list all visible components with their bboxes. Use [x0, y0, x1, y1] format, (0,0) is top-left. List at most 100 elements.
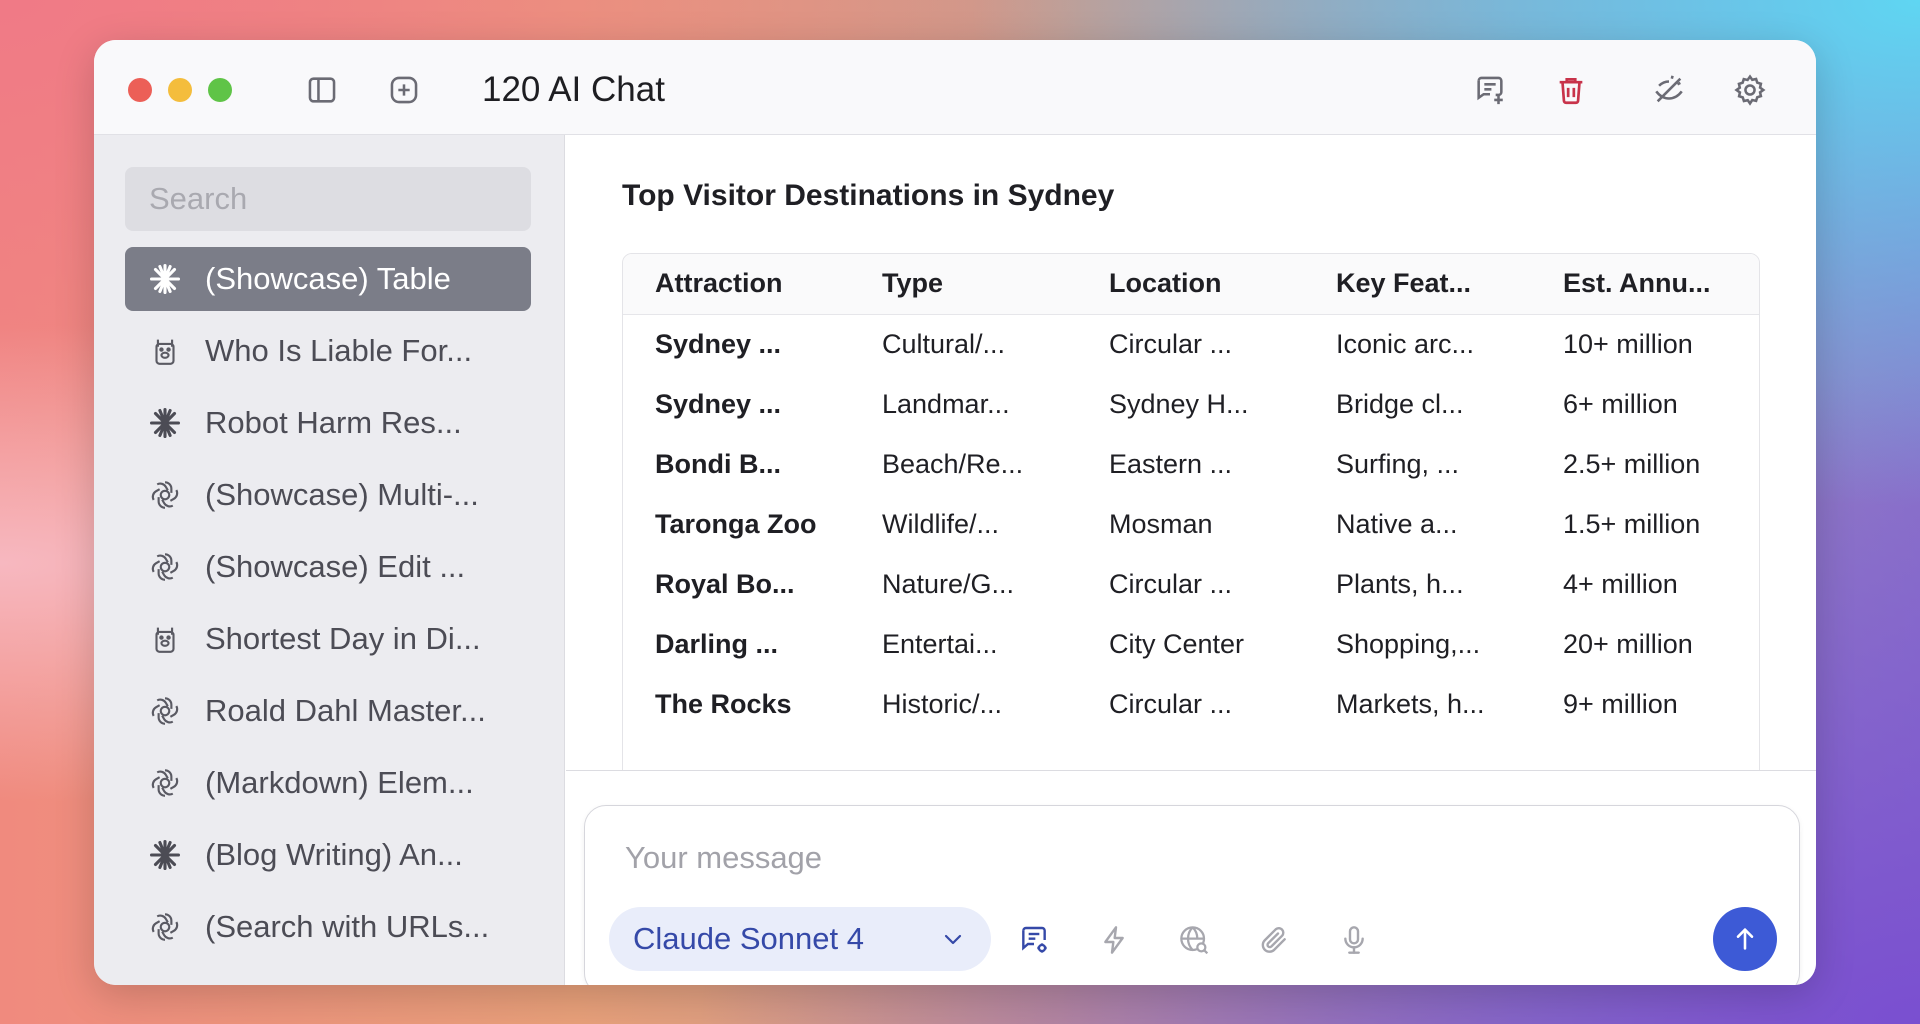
app-window: 120 AI Chat (Showcase) Table	[94, 40, 1816, 985]
chat-list-item[interactable]: (Showcase) Multi-...	[125, 463, 531, 527]
chat-list-item-label: Robot Harm Res...	[205, 405, 462, 440]
chat-list-item[interactable]: (Blog Writing) An...	[125, 823, 531, 887]
table-cell: Shopping,...	[1336, 628, 1481, 659]
openai-icon	[147, 549, 183, 585]
table-cell: Cultural/...	[882, 328, 1006, 359]
table-cell: The Rocks	[655, 688, 792, 719]
chat-list-item-label: Roald Dahl Master...	[205, 693, 486, 728]
chat-list-item-label: (Showcase) Multi-...	[205, 477, 479, 512]
chat-list-item-label: (Showcase) Edit ...	[205, 549, 466, 584]
table-cell: Circular ...	[1109, 328, 1233, 359]
close-window-button[interactable]	[128, 78, 152, 102]
maximize-window-button[interactable]	[208, 78, 232, 102]
llama-icon	[147, 621, 183, 657]
table-cell: Taronga Zoo	[655, 508, 817, 539]
table-cell: Plants, h...	[1336, 568, 1464, 599]
table-cell: Mosman	[1109, 508, 1213, 539]
chat-list-item[interactable]: Who Is Liable For...	[125, 319, 531, 383]
table-cell: 6+ million	[1563, 388, 1678, 419]
table-row: The Rocks Historic/... Circular ... Mark…	[623, 674, 1759, 734]
table-cell: 1.5+ million	[1563, 508, 1701, 539]
claude-icon	[147, 405, 183, 441]
table-row: Sydney ... Landmar... Sydney H... Bridge…	[623, 374, 1759, 434]
openai-icon	[147, 477, 183, 513]
chat-list-item[interactable]: Roald Dahl Master...	[125, 679, 531, 743]
chat-list: (Showcase) Table Who Is Liable For... Ro…	[125, 247, 531, 967]
llama-icon	[147, 333, 183, 369]
table-row: Royal Bo... Nature/G... Circular ... Pla…	[623, 554, 1759, 614]
lightning-icon[interactable]	[1094, 920, 1134, 960]
table-row: Taronga Zoo Wildlife/... Mosman Native a…	[623, 494, 1759, 554]
main-panel: Top Visitor Destinations in Sydney Attra…	[566, 135, 1816, 985]
table-cell: Bondi B...	[655, 448, 781, 479]
table-row: Sydney ... Cultural/... Circular ... Ico…	[623, 314, 1759, 374]
arrow-up-icon	[1736, 928, 1754, 950]
message-area[interactable]: Top Visitor Destinations in Sydney Attra…	[566, 135, 1816, 771]
table-cell: 9+ million	[1563, 688, 1678, 719]
table-cell: Entertai...	[882, 628, 998, 659]
new-chat-plus-icon[interactable]	[382, 68, 426, 112]
gear-icon[interactable]	[1728, 68, 1772, 112]
title-bar: 120 AI Chat	[94, 40, 1816, 135]
table-cell: 10+ million	[1563, 328, 1693, 359]
table-cell: Wildlife/...	[882, 508, 1000, 539]
table-header-row: Attraction Type Location Key Feat... Est…	[623, 254, 1759, 314]
chat-list-item-label: (Blog Writing) An...	[205, 837, 463, 872]
chat-list-item[interactable]: Shortest Day in Di...	[125, 607, 531, 671]
chat-list-item[interactable]: (Showcase) Edit ...	[125, 535, 531, 599]
table-header-cell: Location	[1109, 268, 1222, 299]
message-input[interactable]	[625, 836, 1725, 880]
claude-icon	[147, 261, 183, 297]
chat-list-item[interactable]: (Markdown) Elem...	[125, 751, 531, 815]
table-row: Darling ... Entertai... City Center Shop…	[623, 614, 1759, 674]
chat-list-item-label: (Showcase) Table	[205, 261, 451, 296]
paperclip-icon[interactable]	[1254, 920, 1294, 960]
table-cell: City Center	[1109, 628, 1245, 659]
table-cell: Bridge cl...	[1336, 388, 1464, 419]
chat-list-item-label: Shortest Day in Di...	[205, 621, 481, 656]
table-cell: 2.5+ million	[1563, 448, 1701, 479]
table-cell: Markets, h...	[1336, 688, 1485, 719]
table-cell: Sydney ...	[655, 328, 782, 359]
chat-list-item[interactable]: (Search with URLs...	[125, 895, 531, 959]
new-message-icon[interactable]	[1468, 68, 1512, 112]
chat-list-item[interactable]: Robot Harm Res...	[125, 391, 531, 455]
chat-list-item-label: (Search with URLs...	[205, 909, 490, 944]
chevron-down-icon	[944, 934, 962, 945]
table-cell: Nature/G...	[882, 568, 1015, 599]
chat-list-item-label: (Markdown) Elem...	[205, 765, 474, 800]
chat-list-item[interactable]: (Showcase) Table	[125, 247, 531, 311]
table-cell: 4+ million	[1563, 568, 1678, 599]
sidebar: (Showcase) Table Who Is Liable For... Ro…	[94, 135, 565, 985]
response-heading: Top Visitor Destinations in Sydney	[622, 179, 1115, 212]
model-selector[interactable]: Claude Sonnet 4	[609, 907, 991, 971]
table-cell: 20+ million	[1563, 628, 1693, 659]
chat-settings-icon[interactable]	[1014, 920, 1054, 960]
chat-list-item-label: Who Is Liable For...	[205, 333, 473, 368]
search-input[interactable]	[125, 167, 531, 231]
table-cell: Surfing, ...	[1336, 448, 1460, 479]
send-button[interactable]	[1713, 907, 1777, 971]
web-search-icon[interactable]	[1174, 920, 1214, 960]
hide-icon[interactable]	[1647, 68, 1691, 112]
table-cell: Circular ...	[1109, 688, 1233, 719]
table-cell: Eastern ...	[1109, 448, 1233, 479]
table-cell: Historic/...	[882, 688, 1003, 719]
claude-icon	[147, 837, 183, 873]
microphone-icon[interactable]	[1334, 920, 1374, 960]
trash-icon[interactable]	[1549, 68, 1593, 112]
table-cell: Royal Bo...	[655, 568, 795, 599]
table-cell: Sydney H...	[1109, 388, 1249, 419]
destinations-table: Attraction Type Location Key Feat... Est…	[622, 253, 1760, 770]
app-title: 120 AI Chat	[482, 70, 665, 109]
openai-icon	[147, 693, 183, 729]
sidebar-toggle-icon[interactable]	[300, 68, 344, 112]
openai-icon	[147, 765, 183, 801]
table-cell: Landmar...	[882, 388, 1010, 419]
minimize-window-button[interactable]	[168, 78, 192, 102]
table-header-cell: Est. Annu...	[1563, 268, 1711, 299]
table-header-cell: Key Feat...	[1336, 268, 1472, 299]
table-cell: Beach/Re...	[882, 448, 1024, 479]
message-composer: Claude Sonnet 4	[584, 805, 1800, 985]
table-header-cell: Type	[882, 268, 944, 299]
